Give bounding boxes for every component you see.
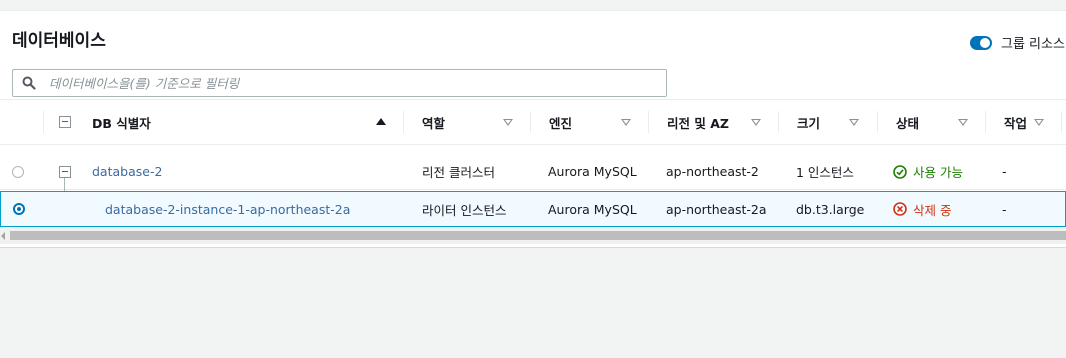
action-cell: -	[1002, 201, 1007, 217]
size-cell: 1 인스턴스	[796, 165, 854, 180]
table-header: DB 식별자 역할 엔진 리전 및 AZ 크기 상태 작업	[0, 99, 1066, 145]
column-header-action[interactable]: 작업	[986, 100, 1062, 144]
table-row[interactable]: database-2 리전 클러스터 Aurora MySQL ap-north…	[0, 154, 1066, 190]
status-text: 삭제 중	[913, 202, 952, 218]
filter-caret-icon	[1034, 119, 1044, 126]
group-resources-toggle-container[interactable]: 그룹 리소스	[970, 33, 1065, 52]
header-expand-col	[44, 100, 86, 144]
scrollbar-thumb[interactable]	[10, 231, 1066, 240]
db-identifier-link[interactable]: database-2-instance-1-ap-northeast-2a	[105, 192, 350, 226]
collapse-row-icon[interactable]	[59, 166, 71, 178]
engine-cell: Aurora MySQL	[548, 164, 637, 179]
row-select-radio[interactable]	[12, 166, 24, 178]
row-select-radio-selected[interactable]	[13, 203, 25, 215]
group-resources-toggle[interactable]	[970, 35, 992, 50]
size-cell: db.t3.large	[796, 201, 865, 217]
db-identifier-link[interactable]: database-2	[92, 154, 162, 189]
search-icon	[22, 76, 36, 90]
filter-caret-icon	[849, 119, 859, 126]
x-circle-icon	[893, 202, 907, 216]
column-header-role[interactable]: 역할	[404, 100, 531, 144]
column-header-region-az[interactable]: 리전 및 AZ	[649, 100, 779, 144]
scroll-left-arrow-icon[interactable]	[1, 232, 5, 240]
role-cell: 리전 클러스터	[422, 165, 495, 180]
filter-caret-icon	[958, 119, 968, 126]
region-az-cell: ap-northeast-2a	[666, 201, 767, 217]
check-circle-icon	[893, 164, 907, 179]
header-spacer	[0, 100, 44, 144]
table-row[interactable]: database-2-instance-1-ap-northeast-2a 라이…	[0, 191, 1066, 227]
collapse-all-icon[interactable]	[59, 116, 71, 128]
page-title: 데이터베이스	[12, 31, 106, 51]
status-badge: 사용 가능	[893, 154, 963, 189]
search-box[interactable]	[12, 69, 667, 97]
status-text: 사용 가능	[913, 165, 963, 180]
column-header-engine[interactable]: 엔진	[531, 100, 649, 144]
region-az-cell: ap-northeast-2	[666, 164, 759, 179]
search-input[interactable]	[47, 74, 666, 92]
sort-ascending-icon	[376, 118, 386, 125]
status-badge: 삭제 중	[893, 192, 951, 226]
column-header-db-identifier[interactable]: DB 식별자	[86, 100, 404, 144]
filter-caret-icon	[621, 119, 631, 126]
filter-caret-icon	[751, 119, 761, 126]
group-resources-label: 그룹 리소스	[1001, 37, 1065, 52]
column-header-size[interactable]: 크기	[779, 100, 878, 144]
filter-caret-icon	[503, 119, 513, 126]
engine-cell: Aurora MySQL	[548, 201, 637, 217]
horizontal-scrollbar[interactable]	[0, 227, 1066, 244]
action-cell: -	[1002, 164, 1007, 179]
column-header-status[interactable]: 상태	[878, 100, 986, 144]
role-cell: 라이터 인스턴스	[422, 202, 507, 218]
